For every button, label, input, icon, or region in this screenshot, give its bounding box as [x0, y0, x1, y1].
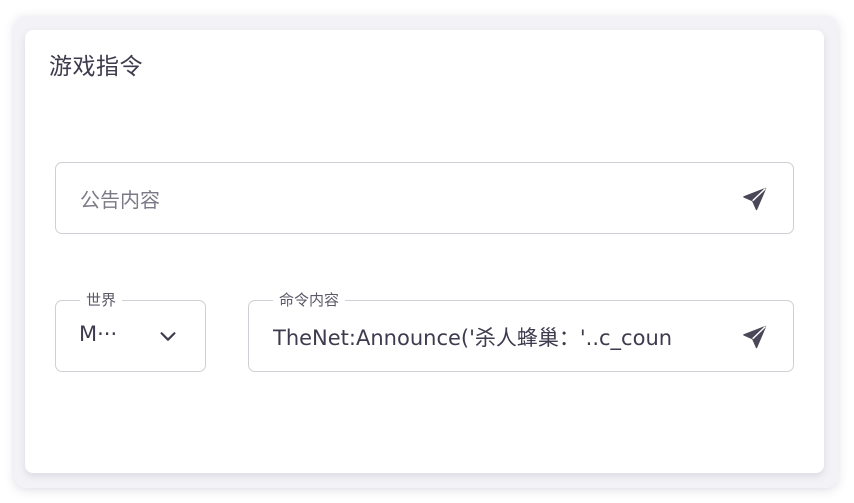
command-send-button[interactable]	[735, 317, 775, 357]
announcement-input[interactable]: 公告内容	[55, 162, 794, 234]
chevron-down-icon[interactable]	[157, 325, 179, 347]
announcement-placeholder: 公告内容	[80, 188, 160, 212]
announcement-send-button[interactable]	[735, 179, 775, 219]
world-select[interactable]: 世界 M···	[55, 290, 206, 372]
command-label: 命令内容	[273, 290, 346, 310]
command-input[interactable]: 命令内容 TheNet:Announce('杀人蜂巢：'..c_coun	[248, 290, 794, 372]
game-commands-card: 游戏指令 公告内容 世界 M··· 命令内容 TheNet:Announce('…	[25, 30, 824, 473]
card-title: 游戏指令	[49, 54, 143, 80]
command-value[interactable]: TheNet:Announce('杀人蜂巢：'..c_coun	[273, 322, 685, 352]
send-icon	[743, 187, 767, 211]
send-icon	[743, 325, 767, 349]
world-selected-value: M···	[79, 322, 118, 346]
world-label: 世界	[80, 290, 123, 310]
